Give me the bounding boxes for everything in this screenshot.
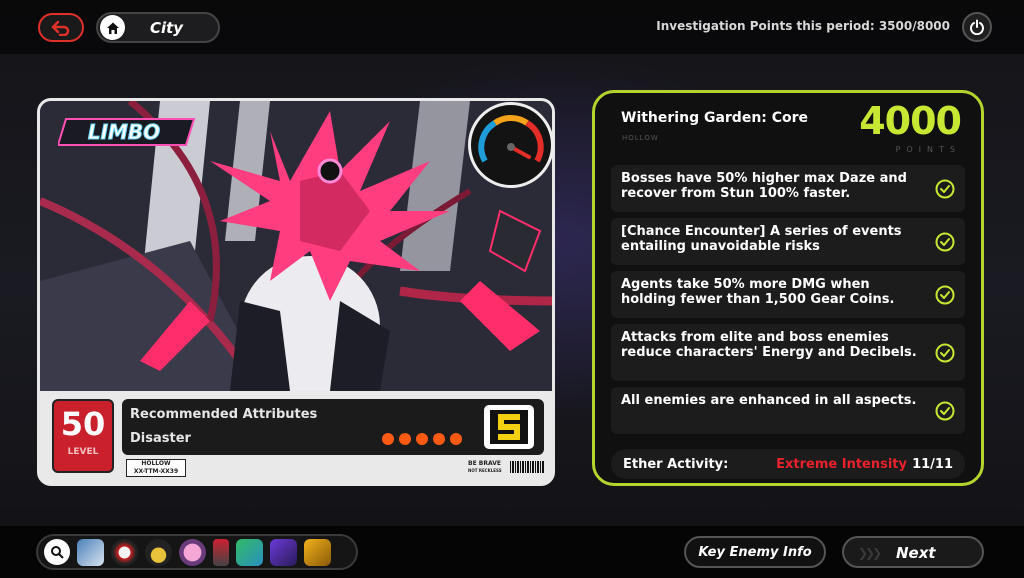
difficulty-dot xyxy=(382,433,394,445)
rule-item: Agents take 50% more DMG when holding fe… xyxy=(611,271,965,318)
hollow-tag: HOLLOW XX-TTM-XX39 xyxy=(126,459,186,477)
hat-icon[interactable] xyxy=(145,538,172,566)
ether-label: Ether Activity: xyxy=(623,457,729,472)
svg-text:LIMBO: LIMBO xyxy=(88,120,160,144)
drink-icon[interactable] xyxy=(213,538,229,566)
rank-s-icon xyxy=(484,405,534,449)
difficulty-dot xyxy=(416,433,428,445)
agent-card-icon[interactable] xyxy=(77,538,104,566)
location-button[interactable]: City xyxy=(96,12,220,43)
key-enemy-info-label: Key Enemy Info xyxy=(698,544,812,560)
investigation-label: Investigation Points this period: xyxy=(656,19,875,33)
points-label: POINTS xyxy=(895,145,961,154)
quick-dock xyxy=(36,534,358,570)
objective-panel: Withering Garden: Core HOLLOW 4000 POINT… xyxy=(592,90,984,486)
investigation-value: 3500/8000 xyxy=(878,19,950,33)
check-icon xyxy=(935,232,955,251)
barcode xyxy=(510,461,544,473)
next-button[interactable]: ❯❯❯ Next xyxy=(842,536,984,568)
attributes-title: Recommended Attributes xyxy=(130,407,318,422)
ether-count: 11/11 xyxy=(912,457,953,472)
boss-logo: LIMBO xyxy=(56,117,196,147)
back-arrow-icon xyxy=(51,20,70,36)
gold-book-icon[interactable] xyxy=(304,538,331,566)
purple-book-icon[interactable] xyxy=(270,538,297,566)
points-value: 4000 xyxy=(859,99,962,143)
boss-info-strip: 50 LEVEL Recommended Attributes Disaster… xyxy=(40,391,552,483)
location-label: City xyxy=(149,18,184,37)
rule-item: Bosses have 50% higher max Daze and reco… xyxy=(611,165,965,212)
next-label: Next xyxy=(896,544,936,562)
rule-item: [Chance Encounter] A series of events en… xyxy=(611,218,965,265)
level-value: 50 xyxy=(60,405,106,443)
check-icon xyxy=(935,285,955,304)
pink-bunny-icon[interactable] xyxy=(179,538,206,566)
investigation-points: Investigation Points this period: 3500/8… xyxy=(656,19,950,33)
rule-text: All enemies are enhanced in all aspects. xyxy=(621,393,917,408)
hollow-tag-line2: XX-TTM-XX39 xyxy=(133,468,179,475)
rule-text: [Chance Encounter] A series of events en… xyxy=(621,224,902,254)
rule-item: All enemies are enhanced in all aspects. xyxy=(611,387,965,434)
exit-button[interactable] xyxy=(962,12,992,42)
chevrons-icon: ❯❯❯ xyxy=(858,546,882,560)
brave-line2: NOT RECKLESS xyxy=(468,468,502,473)
rule-item: Attacks from elite and boss enemies redu… xyxy=(611,324,965,381)
objective-title: Withering Garden: Core xyxy=(621,110,809,126)
level-label: LEVEL xyxy=(67,447,99,457)
check-icon xyxy=(935,343,955,362)
search-icon[interactable] xyxy=(44,539,70,565)
difficulty-dot xyxy=(399,433,411,445)
rule-text: Attacks from elite and boss enemies redu… xyxy=(621,330,917,360)
bangboo-icon[interactable] xyxy=(111,538,138,566)
rules-list: Bosses have 50% higher max Daze and reco… xyxy=(611,165,965,440)
attributes-panel: Recommended Attributes Disaster xyxy=(122,399,544,455)
hollow-tag-line1: HOLLOW xyxy=(141,460,171,467)
power-icon xyxy=(970,19,984,35)
ether-intensity: Extreme Intensity xyxy=(776,457,907,472)
difficulty-dot xyxy=(450,433,462,445)
ether-activity-bar: Ether Activity: Extreme Intensity 11/11 xyxy=(611,449,965,479)
difficulty-dots xyxy=(382,433,462,445)
rule-text: Agents take 50% more DMG when holding fe… xyxy=(621,277,895,307)
brave-line1: BE BRAVE xyxy=(468,460,501,467)
check-icon xyxy=(935,401,955,420)
objective-subtitle: HOLLOW xyxy=(622,134,659,142)
back-button[interactable] xyxy=(38,13,84,42)
check-icon xyxy=(935,179,955,198)
attribute-value: Disaster xyxy=(130,431,191,446)
brave-label: BE BRAVE NOT RECKLESS xyxy=(468,460,502,474)
difficulty-dot xyxy=(433,433,445,445)
rule-text: Bosses have 50% higher max Daze and reco… xyxy=(621,171,907,201)
level-badge: 50 LEVEL xyxy=(52,399,114,473)
key-enemy-info-button[interactable]: Key Enemy Info xyxy=(684,536,826,568)
intensity-gauge-icon xyxy=(468,102,554,188)
calculator-icon[interactable] xyxy=(236,538,263,566)
home-icon xyxy=(100,15,125,40)
